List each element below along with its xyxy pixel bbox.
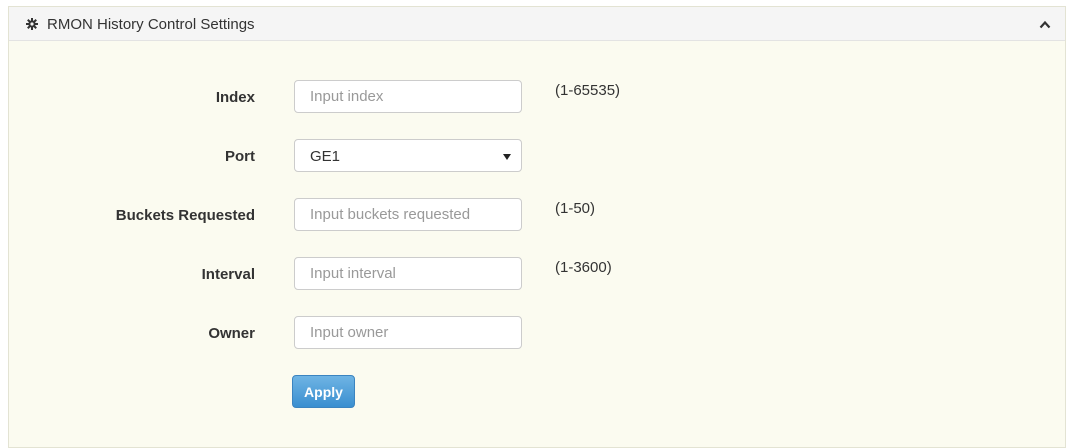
panel-header: RMON History Control Settings xyxy=(9,7,1065,41)
index-label: Index xyxy=(215,89,255,106)
caret-down-icon xyxy=(503,154,511,160)
chevron-up-icon[interactable] xyxy=(1039,20,1051,29)
interval-range-hint: (1-3600) xyxy=(555,259,612,276)
port-select-value: GE1 xyxy=(310,148,341,165)
rmon-history-control-panel: RMON History Control Settings Index (1-6… xyxy=(8,6,1066,448)
owner-input[interactable] xyxy=(294,316,522,349)
form-row-interval: Interval (1-3600) xyxy=(9,257,1065,291)
port-select[interactable]: GE1 xyxy=(294,139,522,172)
interval-label: Interval xyxy=(201,266,255,283)
index-range-hint: (1-65535) xyxy=(555,82,621,99)
gear-icon xyxy=(26,18,38,30)
form-row-owner: Owner xyxy=(9,316,1065,350)
owner-label: Owner xyxy=(208,325,255,342)
form-row-port: Port GE1 xyxy=(9,139,1065,173)
apply-button[interactable]: Apply xyxy=(292,375,355,408)
buckets-requested-input[interactable] xyxy=(294,198,522,231)
panel-title: RMON History Control Settings xyxy=(47,16,255,33)
buckets-requested-label: Buckets Requested xyxy=(115,207,255,224)
form-row-buckets-requested: Buckets Requested (1-50) xyxy=(9,198,1065,232)
interval-input[interactable] xyxy=(294,257,522,290)
index-input[interactable] xyxy=(294,80,522,113)
buckets-requested-range-hint: (1-50) xyxy=(555,200,596,217)
port-label: Port xyxy=(225,148,255,165)
form-row-index: Index (1-65535) xyxy=(9,80,1065,114)
